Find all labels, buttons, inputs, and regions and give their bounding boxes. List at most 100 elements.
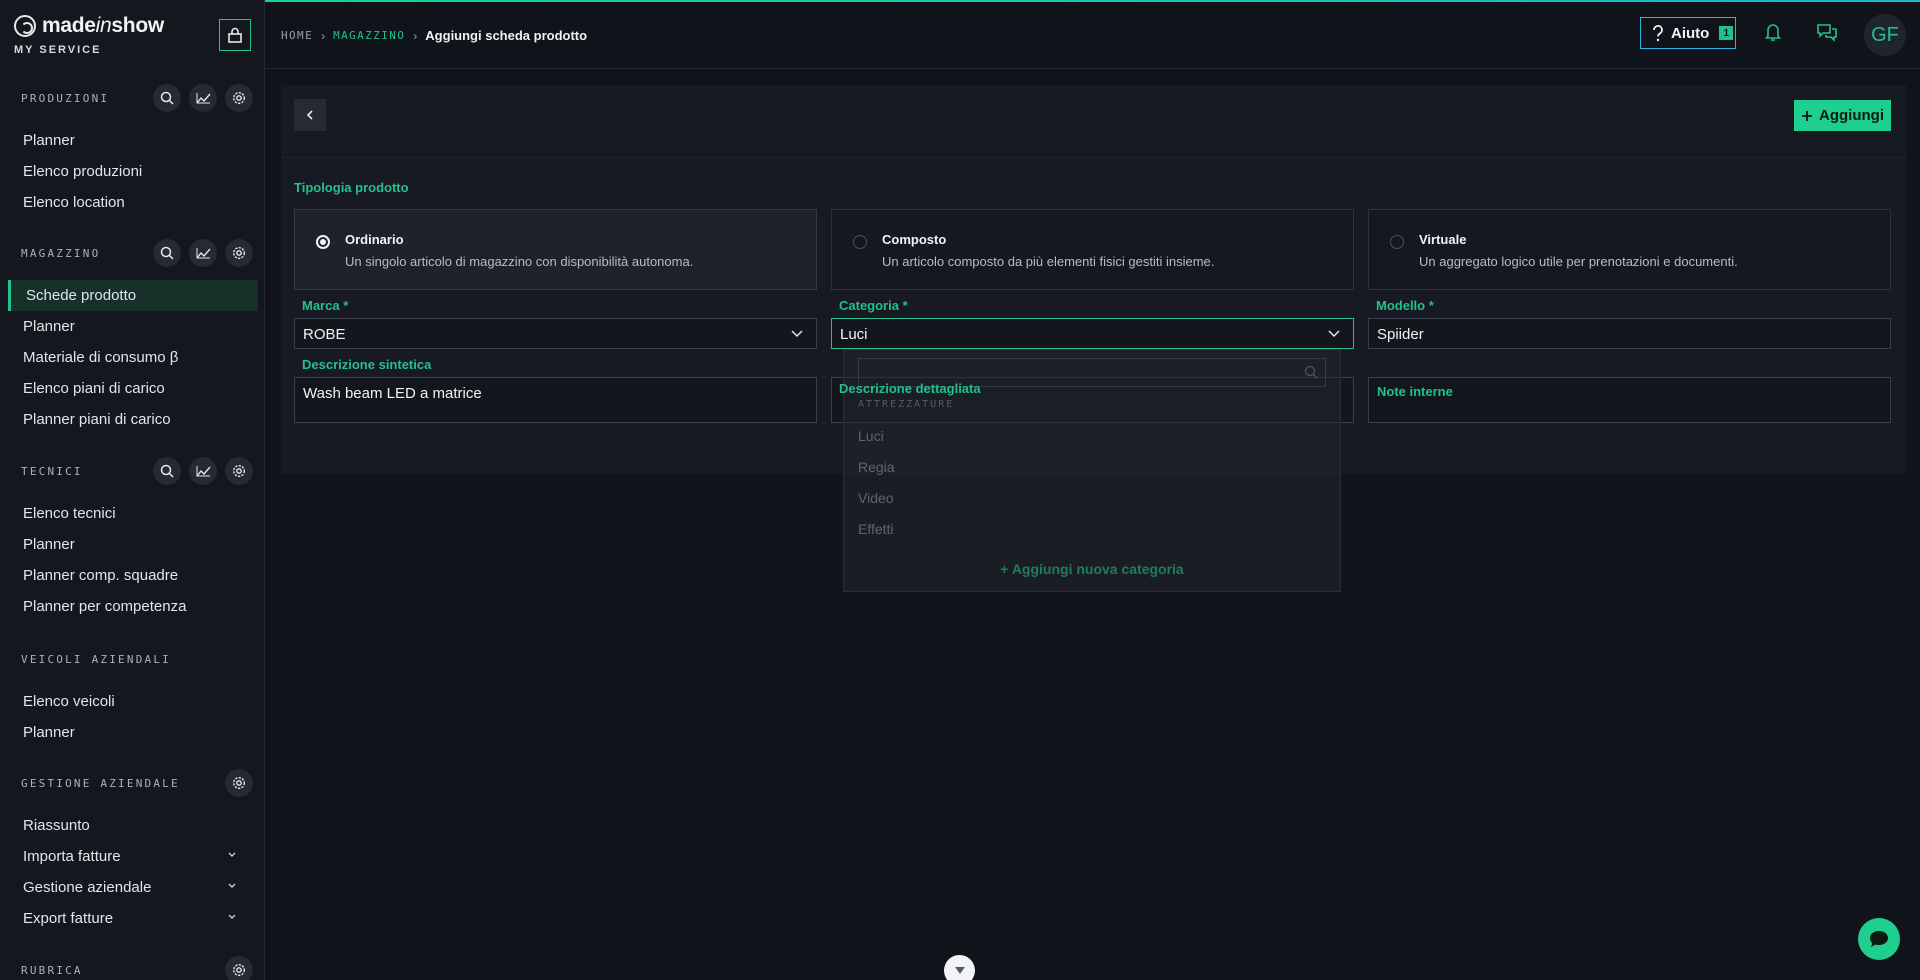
- back-button[interactable]: [294, 99, 326, 131]
- chart-icon[interactable]: [189, 457, 217, 485]
- note-interne-textarea[interactable]: Note interne: [1368, 377, 1891, 423]
- section-tecnici: TECNICI Elenco tecnici Planner Planner c…: [0, 454, 264, 622]
- brand[interactable]: madeinshow MY SERVICE: [14, 14, 164, 56]
- brand-subtitle: MY SERVICE: [14, 44, 102, 56]
- gear-icon[interactable]: [225, 84, 253, 112]
- sidebar-item-riassunto[interactable]: Riassunto: [0, 810, 264, 841]
- desc-sintetica-label: Descrizione sintetica: [302, 357, 432, 372]
- scroll-down-button[interactable]: [944, 955, 975, 980]
- add-button-label: Aggiungi: [1819, 107, 1884, 124]
- section-veicoli: VEICOLI AZIENDALI Elenco veicoli Planner: [0, 642, 264, 748]
- sidebar-item-label: Gestione aziendale: [23, 879, 152, 896]
- gear-icon[interactable]: [225, 956, 253, 980]
- dropdown-option-video[interactable]: Video: [858, 490, 894, 506]
- sidebar-item-label: Importa fatture: [23, 848, 121, 865]
- note-interne-label: Note interne: [1377, 384, 1453, 399]
- sidebar-item-elenco-veicoli[interactable]: Elenco veicoli: [0, 686, 264, 717]
- marca-value: ROBE: [303, 326, 346, 343]
- search-icon[interactable]: [153, 84, 181, 112]
- type-title: Virtuale: [1419, 232, 1467, 247]
- chart-icon[interactable]: [189, 239, 217, 267]
- radio-virtuale[interactable]: [1390, 235, 1404, 249]
- chart-icon[interactable]: [189, 84, 217, 112]
- help-label: Aiuto: [1671, 24, 1710, 42]
- type-card-virtuale[interactable]: Virtuale Un aggregato logico utile per p…: [1368, 209, 1891, 290]
- sidebar-item-elenco-piani-carico[interactable]: Elenco piani di carico: [0, 373, 264, 404]
- search-icon: [1304, 365, 1318, 379]
- avatar[interactable]: GF: [1864, 14, 1906, 56]
- chevron-left-icon: [306, 110, 313, 120]
- breadcrumb-current: Aggiungi scheda prodotto: [425, 28, 588, 43]
- sidebar-item-elenco-tecnici[interactable]: Elenco tecnici: [0, 498, 264, 529]
- section-produzioni: PRODUZIONI Planner Elenco produzioni Ele…: [0, 81, 264, 218]
- type-desc: Un articolo composto da più elementi fis…: [882, 254, 1215, 269]
- brand-logo-icon: [14, 15, 36, 37]
- search-icon[interactable]: [153, 239, 181, 267]
- add-category-label: Aggiungi nuova categoria: [1011, 561, 1184, 577]
- radio-ordinario[interactable]: [316, 235, 330, 249]
- section-title: RUBRICA: [21, 963, 83, 977]
- sidebar-item-gestione-aziendale[interactable]: Gestione aziendale: [0, 872, 264, 903]
- panel-divider: [281, 157, 1906, 158]
- chat-bubbles-icon[interactable]: [1816, 22, 1838, 42]
- brand-name: madeinshow: [42, 14, 164, 37]
- chevron-down-icon: [228, 914, 236, 919]
- help-button[interactable]: Aiuto 1: [1640, 17, 1736, 49]
- desc-sintetica-textarea[interactable]: Wash beam LED a matrice: [294, 377, 817, 423]
- breadcrumb-separator-icon: ›: [413, 28, 418, 43]
- sidebar-item-planner[interactable]: Planner: [0, 529, 264, 560]
- type-card-ordinario[interactable]: Ordinario Un singolo articolo di magazzi…: [294, 209, 817, 290]
- section-magazzino: MAGAZZINO Schede prodotto Planner Materi…: [0, 236, 264, 435]
- sidebar-item-planner-competenza[interactable]: Planner per competenza: [0, 591, 264, 622]
- gear-icon[interactable]: [225, 457, 253, 485]
- dropdown-option-effetti[interactable]: Effetti: [858, 521, 894, 537]
- gear-icon[interactable]: [225, 239, 253, 267]
- marca-label: Marca *: [302, 298, 349, 313]
- sidebar-item-planner-piani-carico[interactable]: Planner piani di carico: [0, 404, 264, 435]
- breadcrumb: HOME › MAGAZZINO › Aggiungi scheda prodo…: [281, 28, 587, 43]
- bell-icon[interactable]: [1765, 22, 1781, 42]
- sidebar-item-export-fatture[interactable]: Export fatture: [0, 903, 264, 934]
- chat-support-button[interactable]: [1858, 918, 1900, 960]
- plus-icon: [1802, 110, 1812, 121]
- marca-select[interactable]: ROBE: [294, 318, 817, 349]
- type-title: Ordinario: [345, 232, 404, 247]
- categoria-select[interactable]: Luci: [831, 318, 1354, 349]
- type-card-composto[interactable]: Composto Un articolo composto da più ele…: [831, 209, 1354, 290]
- sidebar-item-materiale-consumo[interactable]: Materiale di consumo β: [0, 342, 264, 373]
- sidebar-item-schede-prodotto[interactable]: Schede prodotto: [8, 280, 258, 311]
- sidebar-item-elenco-produzioni[interactable]: Elenco produzioni: [0, 156, 264, 187]
- dropdown-option-regia[interactable]: Regia: [858, 459, 895, 475]
- modello-input[interactable]: Spiider: [1368, 318, 1891, 349]
- sidebar-item-planner[interactable]: Planner: [0, 717, 264, 748]
- desc-sintetica-value: Wash beam LED a matrice: [303, 385, 482, 402]
- modello-value: Spiider: [1377, 326, 1424, 343]
- sidebar-item-elenco-location[interactable]: Elenco location: [0, 187, 264, 218]
- help-icon: [1653, 25, 1663, 42]
- chevron-down-icon: [1328, 330, 1340, 338]
- section-title: GESTIONE AZIENDALE: [21, 776, 180, 790]
- sidebar-item-planner[interactable]: Planner: [0, 125, 264, 156]
- dropdown-option-luci[interactable]: Luci: [858, 428, 884, 444]
- gear-icon[interactable]: [225, 769, 253, 797]
- type-title: Composto: [882, 232, 947, 247]
- add-button[interactable]: Aggiungi: [1794, 100, 1891, 131]
- sidebar-item-planner-comp-squadre[interactable]: Planner comp. squadre: [0, 560, 264, 591]
- sidebar-item-planner[interactable]: Planner: [0, 311, 264, 342]
- radio-composto[interactable]: [853, 235, 867, 249]
- breadcrumb-magazzino[interactable]: MAGAZZINO: [333, 29, 405, 42]
- section-title: VEICOLI AZIENDALI: [21, 652, 171, 666]
- chevron-down-icon: [791, 330, 803, 338]
- chevron-down-icon: [228, 852, 236, 857]
- section-rubrica: RUBRICA: [0, 953, 264, 980]
- dropdown-add-category[interactable]: + Aggiungi nuova categoria: [844, 561, 1340, 577]
- section-title: TECNICI: [21, 464, 83, 478]
- search-icon[interactable]: [153, 457, 181, 485]
- lock-button[interactable]: [219, 19, 251, 51]
- chevron-down-icon: [228, 883, 236, 888]
- breadcrumb-separator-icon: ›: [321, 28, 326, 43]
- section-gestione-aziendale: GESTIONE AZIENDALE Riassunto Importa fat…: [0, 766, 264, 934]
- breadcrumb-home[interactable]: HOME: [281, 29, 313, 42]
- sidebar-item-importa-fatture[interactable]: Importa fatture: [0, 841, 264, 872]
- categoria-label: Categoria *: [839, 298, 908, 313]
